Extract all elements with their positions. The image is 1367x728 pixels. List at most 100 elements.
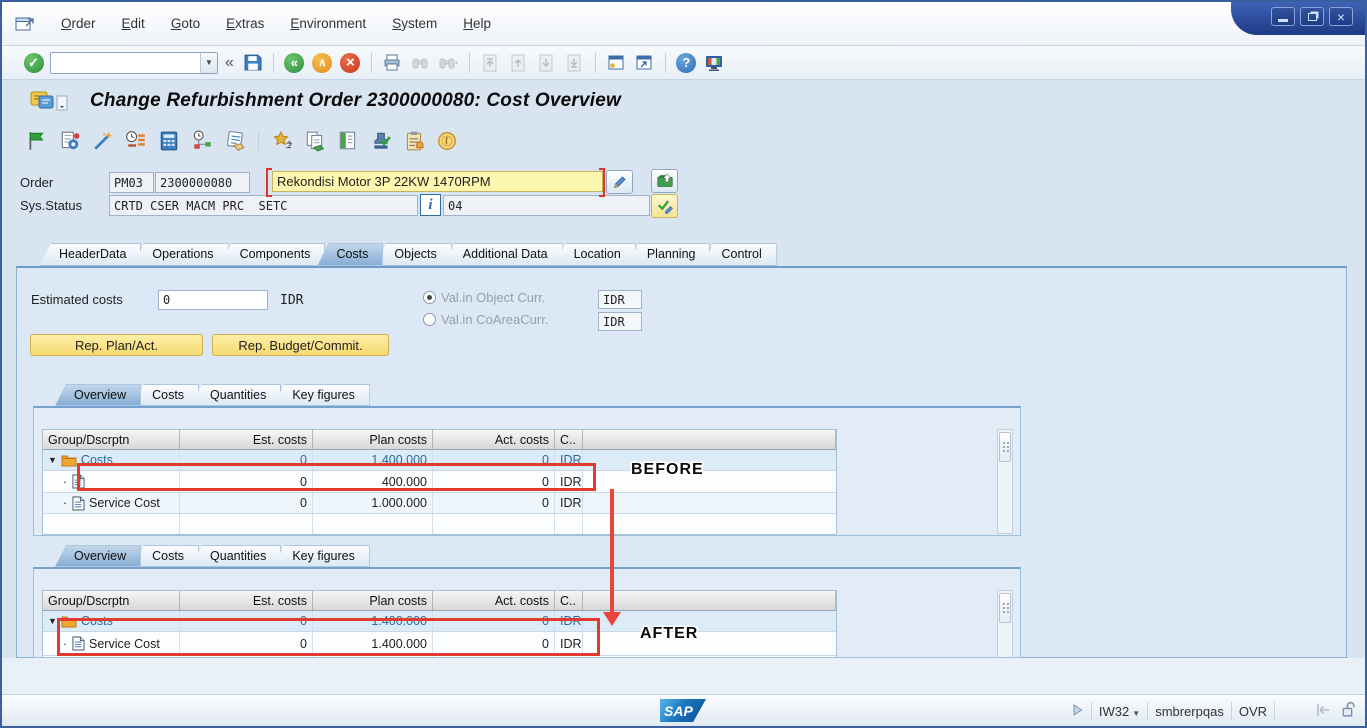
scrollbar-thumb[interactable] — [999, 432, 1011, 462]
tab-control[interactable]: Control — [702, 243, 776, 266]
release-stamp-icon[interactable] — [370, 130, 392, 152]
restore-button[interactable] — [1300, 7, 1324, 26]
subtab-overview-2[interactable]: Overview — [55, 545, 141, 567]
release-order-icon[interactable] — [59, 130, 81, 152]
transaction-icon[interactable] — [30, 90, 68, 115]
tab-costs[interactable]: Costs — [317, 243, 383, 266]
copy-icon[interactable] — [304, 130, 326, 152]
scheduling-log-icon[interactable] — [191, 130, 213, 152]
page-up-button[interactable] — [507, 51, 530, 74]
subtab-quantities[interactable]: Quantities — [191, 384, 281, 406]
subtab-costs[interactable]: Costs — [133, 384, 199, 406]
lock-open-icon[interactable] — [1340, 701, 1357, 721]
col-group-dscrptn[interactable]: Group/Dscrptn — [43, 430, 180, 449]
command-dropdown-icon[interactable]: ▼ — [200, 53, 217, 73]
hierarchy-bullet: · — [62, 496, 68, 510]
menu-extras[interactable]: Extras — [213, 12, 277, 35]
rep-budget-commit-button[interactable]: Rep. Budget/Commit. — [212, 334, 389, 356]
collapse-toolbar-icon[interactable]: « — [223, 54, 236, 72]
status-insert-mode[interactable]: OVR — [1239, 704, 1267, 719]
menu-order[interactable]: Order — [48, 12, 109, 35]
minimize-button[interactable] — [1271, 7, 1295, 26]
col-act-costs[interactable]: Act. costs — [433, 430, 555, 449]
subtab-overview[interactable]: Overview — [55, 384, 141, 406]
exit-button[interactable]: ∧ — [311, 51, 334, 74]
table-scrollbar[interactable] — [997, 429, 1013, 534]
customize-layout-button[interactable] — [703, 51, 726, 74]
help-button[interactable]: ? — [675, 51, 698, 74]
transaction-dropdown-icon[interactable]: ▼ — [1132, 709, 1140, 718]
command-input[interactable] — [51, 53, 200, 73]
menu-goto[interactable]: Goto — [158, 12, 213, 35]
set-flag-icon[interactable] — [26, 130, 48, 152]
tab-components[interactable]: Components — [221, 243, 326, 266]
wand-icon[interactable] — [92, 130, 114, 152]
estimated-costs-input[interactable]: 0 — [158, 290, 268, 310]
back-button[interactable]: « — [283, 51, 306, 74]
subtab-costs-2[interactable]: Costs — [133, 545, 199, 567]
enter-button[interactable]: ✓ — [22, 51, 45, 74]
settlement-rule-button[interactable] — [651, 169, 678, 193]
col-group-dscrptn[interactable]: Group/Dscrptn — [43, 591, 180, 610]
col-est-costs[interactable]: Est. costs — [180, 591, 313, 610]
col-est-costs[interactable]: Est. costs — [180, 430, 313, 449]
tab-operations[interactable]: Operations — [133, 243, 228, 266]
subtab-quantities-2[interactable]: Quantities — [191, 545, 281, 567]
determine-costs-icon[interactable] — [224, 130, 246, 152]
new-session-button[interactable] — [605, 51, 628, 74]
schedule-icon[interactable] — [125, 130, 147, 152]
tab-planning[interactable]: Planning — [628, 243, 711, 266]
last-page-button[interactable] — [563, 51, 586, 74]
rep-plan-act-button[interactable]: Rep. Plan/Act. — [30, 334, 203, 356]
status-play-icon[interactable] — [1070, 703, 1084, 720]
cancel-button[interactable]: × — [339, 51, 362, 74]
collapse-node-icon[interactable]: ▼ — [48, 455, 57, 465]
change-status-button[interactable] — [651, 194, 678, 218]
partner-icon[interactable] — [271, 130, 293, 152]
menu-environment[interactable]: Environment — [277, 12, 379, 35]
tab-location[interactable]: Location — [555, 243, 636, 266]
tab-headerdata[interactable]: HeaderData — [40, 243, 141, 266]
col-currency[interactable]: C.. — [555, 591, 583, 610]
status-arrow-icon[interactable] — [1315, 702, 1333, 721]
page-down-button[interactable] — [535, 51, 558, 74]
menu-help[interactable]: Help — [450, 12, 504, 35]
menu-system[interactable]: System — [379, 12, 450, 35]
radio-coarea-curr[interactable] — [423, 313, 436, 326]
tab-additional-data[interactable]: Additional Data — [444, 243, 563, 266]
currency-icon[interactable] — [436, 130, 458, 152]
print-button[interactable] — [381, 51, 404, 74]
document-overview-icon[interactable] — [403, 130, 425, 152]
create-shortcut-button[interactable] — [633, 51, 656, 74]
subtab-key-figures[interactable]: Key figures — [273, 384, 370, 406]
scrollbar-thumb[interactable] — [999, 593, 1011, 623]
tab-objects[interactable]: Objects — [375, 243, 451, 266]
print-preview-icon[interactable] — [337, 130, 359, 152]
close-button[interactable]: × — [1329, 7, 1353, 26]
save-button[interactable] — [241, 51, 264, 74]
col-act-costs[interactable]: Act. costs — [433, 591, 555, 610]
sys-status-field: CRTD CSER MACM PRC SETC — [109, 195, 418, 216]
command-field[interactable]: ▼ — [50, 52, 218, 74]
edit-description-button[interactable] — [606, 170, 633, 194]
order-type-field[interactable]: PM03 — [109, 172, 154, 193]
calculate-costs-icon[interactable] — [158, 130, 180, 152]
user-status-field[interactable]: 04 — [443, 195, 650, 216]
status-transaction[interactable]: IW32▼ — [1099, 704, 1140, 719]
order-description-field[interactable]: Rekondisi Motor 3P 22KW 1470RPM — [272, 171, 603, 192]
col-plan-costs[interactable]: Plan costs — [313, 591, 433, 610]
menu-edit[interactable]: Edit — [109, 12, 158, 35]
table-row-service-cost[interactable]: · Service Cost 0 1.000.000 0 IDR — [43, 493, 836, 514]
find-next-button[interactable] — [437, 51, 460, 74]
radio-object-curr[interactable] — [423, 291, 436, 304]
order-number-field[interactable]: 2300000080 — [155, 172, 250, 193]
table-scrollbar[interactable] — [997, 590, 1013, 658]
collapse-node-icon[interactable]: ▼ — [48, 616, 57, 626]
system-menu-icon[interactable] — [14, 14, 38, 34]
find-button[interactable] — [409, 51, 432, 74]
subtab-key-figures-2[interactable]: Key figures — [273, 545, 370, 567]
status-info-button[interactable]: i — [420, 194, 441, 216]
col-currency[interactable]: C.. — [555, 430, 583, 449]
first-page-button[interactable] — [479, 51, 502, 74]
col-plan-costs[interactable]: Plan costs — [313, 430, 433, 449]
